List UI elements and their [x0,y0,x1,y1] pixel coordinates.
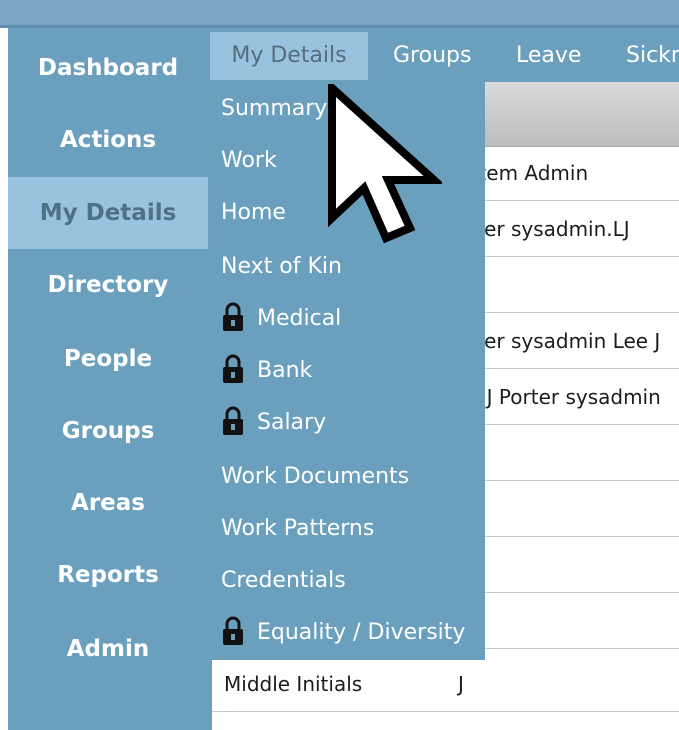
submenu-item-equality-diversity[interactable]: Equality / Diversity [221,613,465,653]
submenu-item-next-of-kin[interactable]: Next of Kin [221,247,342,287]
tab-leave[interactable]: Leave [516,32,581,80]
sidebar-item-directory[interactable]: Directory [8,249,208,321]
sidebar-item-admin[interactable]: Admin [8,613,208,685]
frame-left-edge [0,28,8,730]
sidebar-item-my-details[interactable]: My Details [8,177,208,249]
submenu-item-work[interactable]: Work [221,141,277,181]
submenu-item-bank[interactable]: Bank [221,351,312,391]
row-value: e J Porter sysadmin [468,385,661,409]
submenu-item-label: Summary [221,96,328,121]
sidebar-item-areas[interactable]: Areas [8,467,208,539]
submenu-item-credentials[interactable]: Credentials [221,561,346,601]
submenu-item-salary[interactable]: Salary [221,403,326,443]
middle-initials-value: J [458,672,464,696]
window-top-strip [0,0,679,28]
submenu-item-label: Medical [257,306,342,331]
sidebar-item-people[interactable]: People [8,323,208,395]
row-value: stem Admin [468,161,589,185]
tab-sickness[interactable]: Sickn [626,32,679,80]
submenu-item-work-documents[interactable]: Work Documents [221,457,409,497]
submenu-item-home[interactable]: Home [221,193,286,233]
submenu-item-label: Next of Kin [221,254,342,279]
tab-groups[interactable]: Groups [393,32,471,80]
lock-icon [221,302,245,332]
submenu-item-medical[interactable]: Medical [221,299,341,339]
sidebar-item-dashboard[interactable]: Dashboard [8,32,208,104]
submenu-item-label: Salary [257,410,327,435]
submenu-item-label: Work Patterns [221,516,375,541]
submenu-item-label: Bank [257,358,313,383]
submenu-item-label: Home [221,200,286,225]
sidebar-nav: Dashboard Actions My Details Directory P… [8,28,208,730]
sidebar-item-actions[interactable]: Actions [8,104,208,176]
mouse-pointer-icon [328,84,442,244]
submenu-item-label: Work Documents [221,464,410,489]
tab-bar: My Details Groups Leave Sickn [208,28,679,82]
lock-icon [221,616,245,646]
submenu-item-label: Equality / Diversity [257,620,466,645]
submenu-item-label: Credentials [221,568,346,593]
lock-icon [221,354,245,384]
submenu-item-summary[interactable]: Summary [221,89,327,129]
row-value: rter sysadmin.LJ [468,217,630,241]
sidebar-item-groups[interactable]: Groups [8,395,208,467]
lock-icon [221,406,245,436]
submenu-item-label: Work [221,148,277,173]
tab-my-details[interactable]: My Details [210,32,368,80]
sidebar-item-reports[interactable]: Reports [8,539,208,611]
middle-initials-label: Middle Initials [224,672,363,696]
row-value: rter sysadmin Lee J [468,329,661,353]
table-row-middle-initials: Middle Initials J [212,657,679,712]
submenu-item-work-patterns[interactable]: Work Patterns [221,509,374,549]
